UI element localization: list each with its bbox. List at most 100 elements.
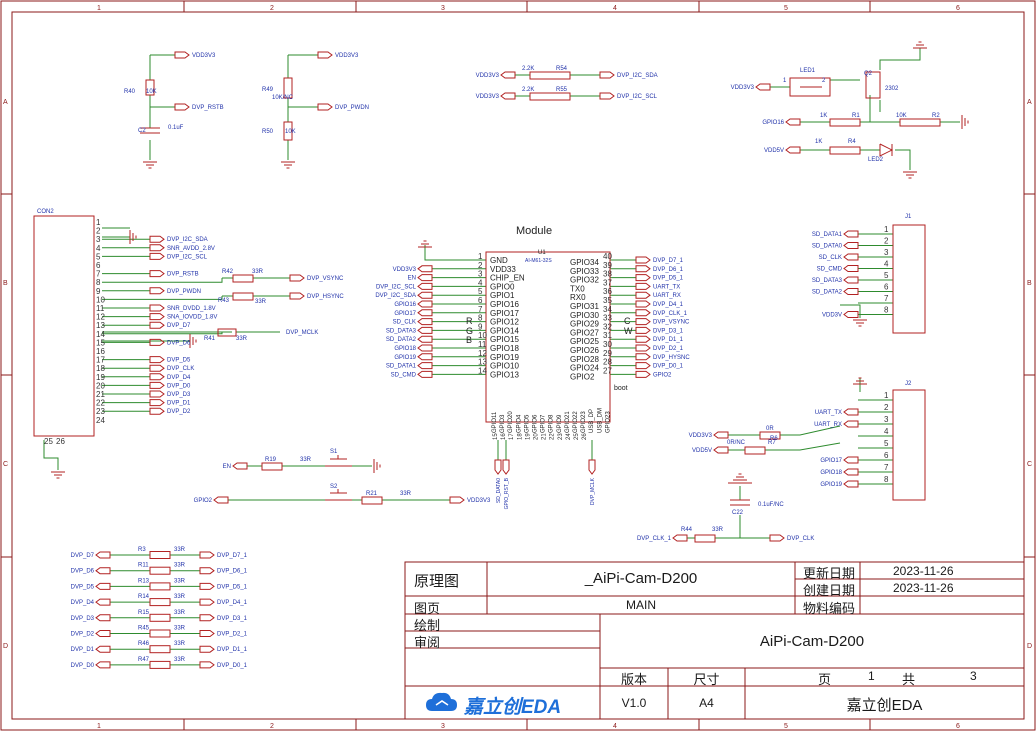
j2-ref: J2 xyxy=(905,381,912,387)
con2-net-label: DVP_I2C_SDA xyxy=(167,237,208,243)
resistor-array-left-label-flag-icon xyxy=(95,630,111,637)
r40-vdd3v3-label-flag-icon xyxy=(174,51,190,59)
led1-vdd3v3-label: VDD3V3 xyxy=(731,85,755,91)
j1-net-label: VDD3V xyxy=(822,313,842,319)
module-right-pin-name: GPIO31 xyxy=(570,302,599,311)
en-label: EN xyxy=(223,464,231,470)
resistor-array-body xyxy=(149,551,171,559)
con2-body xyxy=(33,215,95,437)
module-left-pin-number: 11 xyxy=(478,340,487,349)
resistor-array-right-label: DVP_D1_1 xyxy=(217,647,248,653)
module-left-pin-name: GPIO15 xyxy=(490,335,519,344)
tb-size-label: 尺寸 xyxy=(693,672,720,687)
j2-pin-number: 3 xyxy=(884,415,889,424)
module-bottom-pin-name: USB_DM xyxy=(597,408,603,433)
r54-ref: R54 xyxy=(556,66,568,72)
j1-net-label-flag-icon xyxy=(843,265,859,272)
module-bottom-pin-name: GPIO5 xyxy=(524,414,530,433)
module-right-pin-number: 34 xyxy=(603,305,612,314)
module-left-pin-number: 12 xyxy=(478,349,487,358)
module-left-net-label-flag-icon xyxy=(417,318,433,326)
tb-version-label: 版本 xyxy=(620,672,647,687)
dvp-vsync-label: DVP_VSYNC xyxy=(307,276,344,282)
module-left-net-label: GPIO16 xyxy=(394,302,416,308)
module-bottom-pin-number: 26 xyxy=(582,433,588,440)
module-bottom-pin-number: 24 xyxy=(566,433,572,440)
con2-net-label: DVP_I2C_SCL xyxy=(167,254,208,260)
module-left-pin-number: 6 xyxy=(478,296,483,305)
r42-value: 33R xyxy=(252,269,264,275)
con2-net-label-flag-icon xyxy=(149,356,165,364)
tb-page-total: 3 xyxy=(970,669,977,683)
dvp-rstb-label: DVP_RSTB xyxy=(192,105,224,111)
r2-ref: R2 xyxy=(932,113,940,119)
module-bottom-pin-name: GPIO11 xyxy=(492,411,498,433)
module-right-net-label-flag-icon xyxy=(635,326,651,334)
j1-net-label-flag-icon xyxy=(843,311,859,318)
module-left-pin-name: CHIP_EN xyxy=(490,274,525,283)
con2-net-label: DVP_D0 xyxy=(167,383,191,389)
module-left-net-label-flag-icon xyxy=(417,265,433,273)
resistor-array-right-label: DVP_D5_1 xyxy=(217,584,248,590)
resistor-array-left-label: DVP_D7 xyxy=(71,553,95,559)
dvp-hsync-label: DVP_HSYNC xyxy=(307,294,344,300)
con2-pin-number: 25 xyxy=(44,437,53,446)
mark-b: B xyxy=(466,335,472,345)
j1-net-label-flag-icon xyxy=(843,288,859,295)
module-right-net-label: DVP_D7_1 xyxy=(653,258,684,264)
con2-net-label-flag-icon xyxy=(149,390,165,398)
ground-icon xyxy=(373,459,381,473)
con2-net-label-flag-icon xyxy=(149,381,165,389)
dvp-clk-label: DVP_CLK xyxy=(787,536,814,542)
resistor-array-left-label: DVP_D4 xyxy=(71,600,95,606)
module-left-pin-name: GPIO0 xyxy=(490,282,515,291)
module-left-net-label-flag-icon xyxy=(417,274,433,282)
module-right-pin-number: 30 xyxy=(603,340,612,349)
con2-net-label: DVP_RSTB xyxy=(167,272,199,278)
resistor-array-left-label: DVP_D2 xyxy=(71,632,95,638)
con2-net-label: DVP_PWDN xyxy=(167,289,201,295)
mark-w: W xyxy=(624,326,633,336)
module-part: AI-M61-32S xyxy=(525,258,552,264)
j2-pin-number: 7 xyxy=(884,463,889,472)
led1-vdd3v3-label-flag-icon xyxy=(755,83,771,91)
dvp-clk-1-label: DVP_CLK_1 xyxy=(637,536,672,542)
r7-value: 0R/NC xyxy=(727,440,746,446)
resistor-array-right-label-flag-icon xyxy=(199,645,215,653)
resistor-array-left-label: DVP_D1 xyxy=(71,647,95,653)
j1-net-label-flag-icon xyxy=(843,253,859,261)
module-left-pin-name: VDD33 xyxy=(490,265,516,274)
resistor-array-right-label-flag-icon xyxy=(199,630,215,637)
j1-net-label-flag-icon xyxy=(843,242,859,249)
s1-ref: S1 xyxy=(330,449,338,455)
con2-net-label-flag-icon xyxy=(149,235,165,243)
module-right-net-label: UART_TX xyxy=(653,284,680,290)
col-label-top: 1 xyxy=(97,5,101,12)
col-label-bottom: 2 xyxy=(270,723,274,730)
col-label-top: 6 xyxy=(956,5,960,12)
r43-ref: R43 xyxy=(218,298,230,304)
module-bottom-pin-name: GPIO20 xyxy=(508,411,514,433)
q2-ref: Q2 xyxy=(864,71,873,77)
resistor-array-value: 33R xyxy=(174,626,186,632)
resistor-array-right-label-flag-icon xyxy=(199,551,215,559)
resistor-array-right-label-flag-icon xyxy=(199,582,215,590)
con2-net-label-flag-icon xyxy=(149,313,165,321)
con2-pin-number: 26 xyxy=(56,437,65,446)
con2-net-label: DVP_CLK xyxy=(167,366,194,372)
r21-ref: R21 xyxy=(366,491,378,497)
module-right-pin-name: GPIO2 xyxy=(570,372,595,381)
led2-vdd5v-label-flag-icon xyxy=(785,146,801,154)
resistor-array-right-label-flag-icon xyxy=(199,598,215,606)
module-right-net-label-flag-icon xyxy=(635,353,651,361)
row-label-right: C xyxy=(1027,461,1032,468)
c22-value: 0.1uF/NC xyxy=(758,502,784,508)
resistor-array-ref: R47 xyxy=(138,657,150,663)
j1-pin-number: 7 xyxy=(884,294,889,303)
module-left-net-label-flag-icon xyxy=(417,370,433,378)
ground-icon xyxy=(733,473,747,481)
module-right-pin-number: 27 xyxy=(603,366,612,375)
resistor-array-body xyxy=(149,629,171,638)
r1-value: 1K xyxy=(820,113,827,119)
module-left-net-label: GPIO18 xyxy=(394,346,416,352)
